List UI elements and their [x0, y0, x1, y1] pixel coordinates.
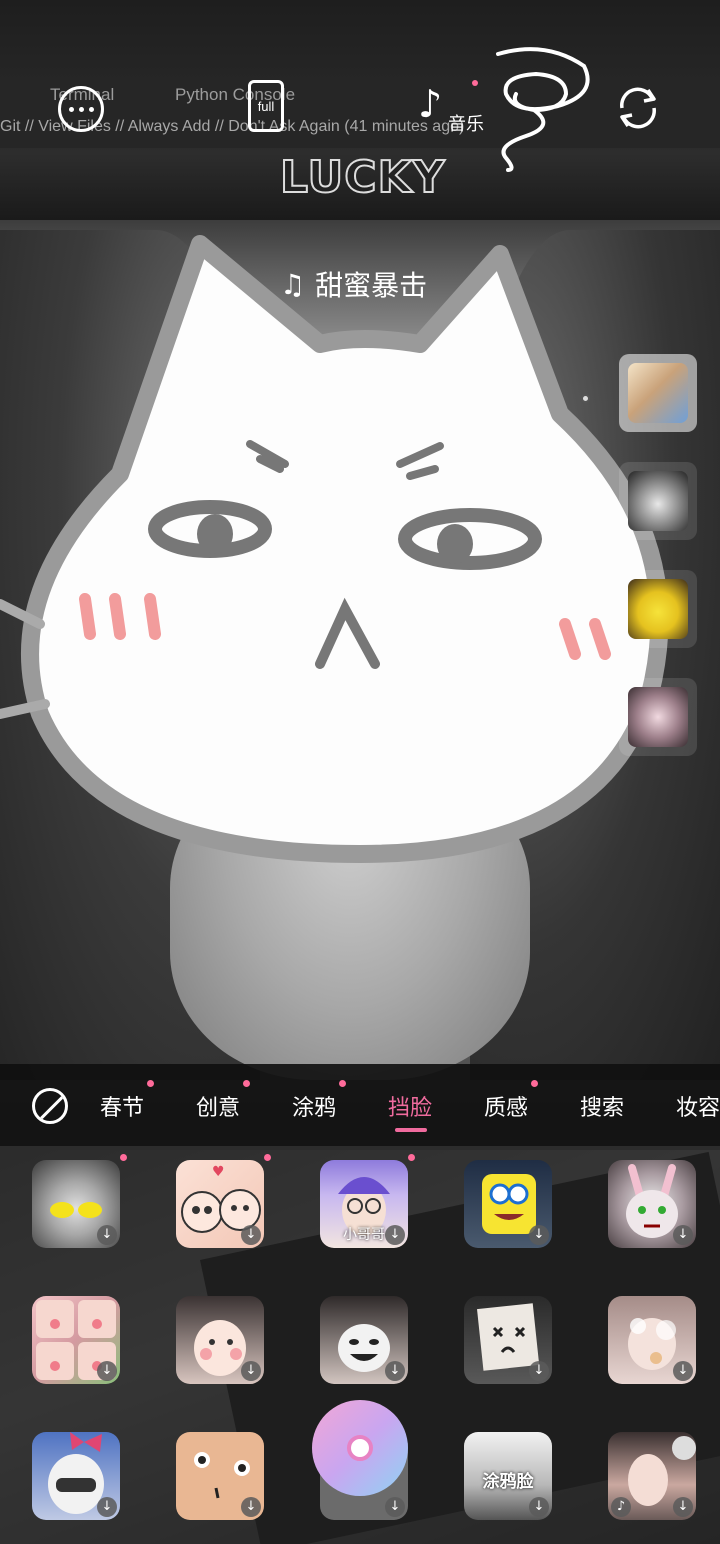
background-lucky-sign: LUCKY: [279, 151, 446, 204]
scribble-icon[interactable]: [486, 46, 596, 172]
side-indicator-dot: [581, 394, 590, 403]
shutter-button[interactable]: [312, 1400, 408, 1496]
song-title: 甜蜜暴击: [315, 269, 428, 302]
tab-label: 涂鸦: [292, 1096, 337, 1121]
new-dot: [243, 1080, 251, 1087]
recent-effect-cats-thumb: [628, 363, 688, 423]
download-icon: ↓: [241, 1497, 261, 1517]
cat-face-sticker: [0, 235, 669, 863]
effect-item[interactable]: ↓: [320, 1296, 408, 1384]
music-note-badge-icon: ♪: [611, 1497, 631, 1517]
effect-item[interactable]: ↓: [176, 1432, 264, 1520]
download-icon: ↓: [241, 1225, 261, 1245]
music-new-dot: [472, 80, 478, 86]
fullscreen-toggle-button[interactable]: full: [248, 80, 284, 132]
effect-item[interactable]: ↓: [464, 1160, 552, 1248]
effect-item[interactable]: ↓: [32, 1432, 120, 1520]
more-options-button[interactable]: [58, 86, 104, 132]
tab-face-cover[interactable]: 挡脸: [388, 1090, 432, 1122]
download-icon: ↓: [385, 1497, 405, 1517]
active-tab-underline: [395, 1128, 427, 1132]
tab-spring-festival[interactable]: 春节: [100, 1080, 155, 1122]
download-icon: ↓: [529, 1497, 549, 1517]
recent-effect-ultraman-thumb: [628, 471, 688, 531]
download-icon: ↓: [529, 1225, 549, 1245]
effect-item[interactable]: ↓: [32, 1296, 120, 1384]
tab-label: 质感: [484, 1096, 529, 1121]
more-dots-icon: [68, 106, 94, 112]
tab-label: 春节: [100, 1096, 145, 1121]
download-icon: ↓: [97, 1497, 117, 1517]
effect-item[interactable]: ↓: [464, 1296, 552, 1384]
tab-doodle[interactable]: 涂鸦: [292, 1080, 347, 1122]
download-icon: ↓: [97, 1225, 117, 1245]
download-icon: ↓: [673, 1225, 693, 1245]
recent-effect-ultraman[interactable]: [619, 462, 697, 540]
effect-item[interactable]: ↓: [608, 1296, 696, 1384]
no-effect-button[interactable]: [32, 1088, 68, 1124]
new-dot: [408, 1154, 415, 1161]
tab-texture[interactable]: 质感: [484, 1080, 539, 1122]
effect-item[interactable]: 涂鸦脸 ↓: [464, 1432, 552, 1520]
effect-item[interactable]: 小哥哥 ↓: [320, 1160, 408, 1248]
effect-item[interactable]: ↓: [32, 1160, 120, 1248]
effect-caption: 涂鸦脸: [482, 1472, 534, 1492]
new-dot: [120, 1154, 127, 1161]
new-dot: [264, 1154, 271, 1161]
recent-effect-spongebob-thumb: [628, 579, 688, 639]
flip-camera-icon: [620, 87, 656, 129]
shutter-inner-icon: [347, 1435, 373, 1461]
recent-effect-bunny[interactable]: [619, 678, 697, 756]
music-label: 音乐: [448, 114, 484, 135]
recent-effect-bunny-thumb: [628, 687, 688, 747]
download-icon: ↓: [97, 1361, 117, 1381]
svg-text:♥: ♥: [212, 1164, 225, 1180]
download-icon: ↓: [529, 1361, 549, 1381]
download-icon: ↓: [385, 1225, 405, 1245]
flip-camera-button[interactable]: [612, 82, 664, 134]
tab-creative[interactable]: 创意: [196, 1080, 251, 1122]
tab-label: 挡脸: [388, 1096, 433, 1121]
selected-song[interactable]: ♫ 甜蜜暴击: [280, 264, 427, 304]
effect-item[interactable]: ♪ ↓: [608, 1432, 696, 1520]
download-icon: ↓: [241, 1361, 261, 1381]
music-note-icon: ♪: [418, 82, 443, 126]
effects-category-tabs: 春节 创意 涂鸦 挡脸 质感 搜索 妆容: [0, 1064, 720, 1146]
fullscreen-label: full: [257, 98, 275, 114]
download-icon: ↓: [385, 1361, 405, 1381]
recent-effect-spongebob[interactable]: [619, 570, 697, 648]
effect-item[interactable]: ↓: [608, 1160, 696, 1248]
tab-label: 搜索: [580, 1096, 625, 1121]
song-note-icon: ♫: [280, 267, 306, 301]
tab-makeup[interactable]: 妆容: [676, 1090, 720, 1122]
download-icon: ↓: [673, 1361, 693, 1381]
recent-effect-cats[interactable]: [619, 354, 697, 432]
new-dot: [147, 1080, 155, 1087]
tab-label: 妆容: [676, 1096, 720, 1121]
new-dot: [339, 1080, 347, 1087]
effect-item[interactable]: ♥ ↓: [176, 1160, 264, 1248]
music-button[interactable]: ♪ 音乐: [418, 80, 488, 135]
effect-item[interactable]: ↓: [176, 1296, 264, 1384]
tab-search[interactable]: 搜索: [580, 1090, 624, 1122]
tab-label: 创意: [196, 1096, 241, 1121]
download-icon: ↓: [673, 1497, 693, 1517]
new-dot: [531, 1080, 539, 1087]
